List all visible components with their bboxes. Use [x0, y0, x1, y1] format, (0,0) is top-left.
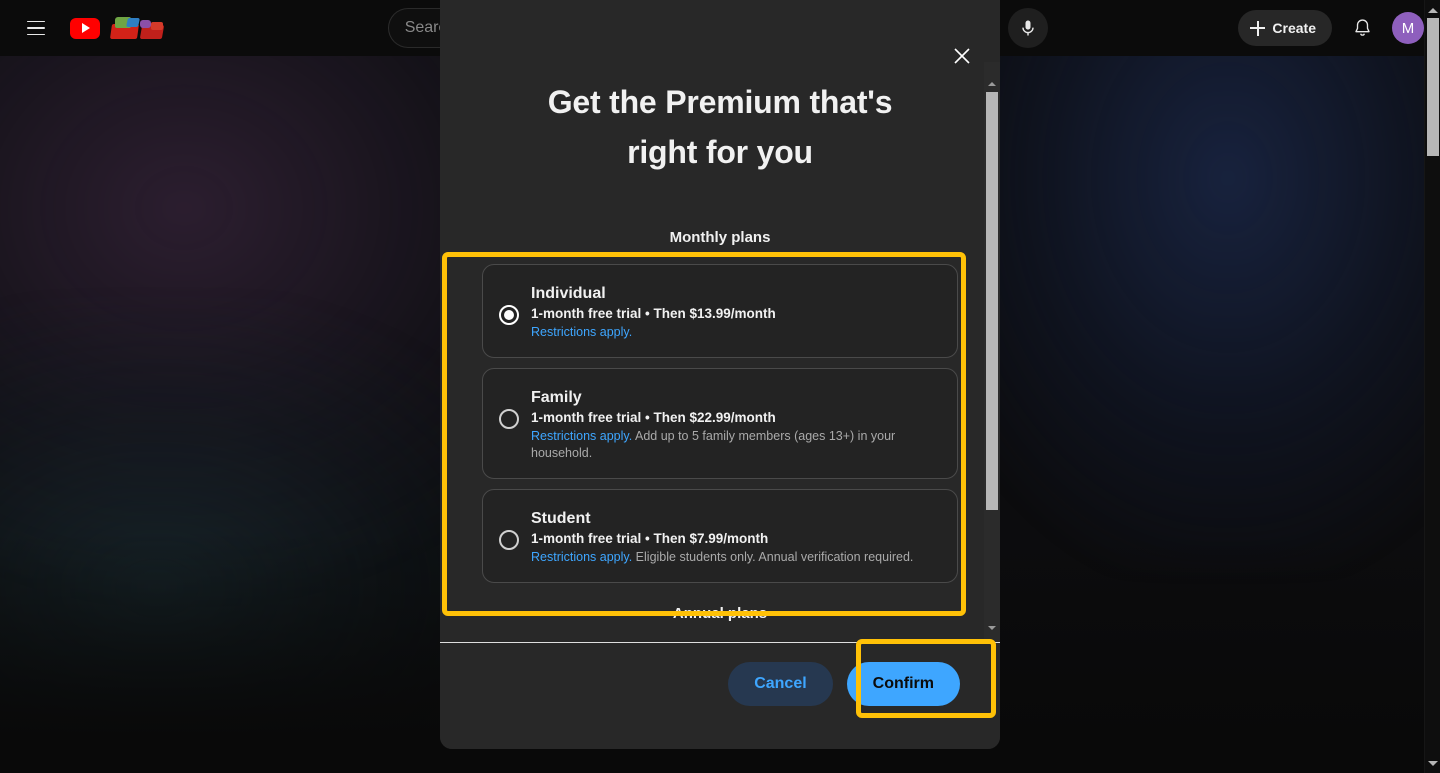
plan-option-individual[interactable]: Individual 1-month free trial • Then $13…	[482, 264, 958, 359]
plan-note: Restrictions apply. Add up to 5 family m…	[531, 428, 941, 462]
plan-radio-student[interactable]	[499, 529, 519, 550]
restrictions-link[interactable]: Restrictions apply.	[531, 325, 632, 339]
plan-radio-individual[interactable]	[499, 305, 519, 326]
plan-option-student[interactable]: Student 1-month free trial • Then $7.99/…	[482, 488, 958, 583]
cancel-button[interactable]: Cancel	[728, 662, 833, 706]
plan-note: Restrictions apply.	[531, 324, 776, 341]
dialog-scroll-down-arrow-icon[interactable]	[984, 620, 1000, 636]
dialog-scroll-up-arrow-icon[interactable]	[984, 76, 1000, 92]
dialog-content: Get the Premium that's right for you Mon…	[440, 78, 1000, 622]
dialog-title: Get the Premium that's right for you	[547, 84, 893, 170]
confirm-button[interactable]: Confirm	[846, 662, 960, 706]
avatar[interactable]: M	[1392, 12, 1424, 44]
restrictions-link[interactable]: Restrictions apply.	[531, 550, 632, 564]
plan-note-text: Eligible students only. Annual verificat…	[632, 549, 914, 564]
plan-option-family[interactable]: Family 1-month free trial • Then $22.99/…	[482, 368, 958, 479]
create-button-label: Create	[1272, 20, 1316, 36]
create-button[interactable]: Create	[1238, 10, 1332, 46]
monthly-plans-heading: Monthly plans	[669, 229, 771, 247]
plan-radio-family[interactable]	[499, 409, 519, 430]
page-scrollbar[interactable]	[1424, 0, 1440, 773]
microphone-icon	[1021, 20, 1034, 36]
annual-plans-heading: Annual plans	[672, 604, 768, 622]
plus-icon	[1250, 20, 1266, 36]
youtube-play-mark-icon	[70, 17, 100, 39]
voice-search-button[interactable]	[1007, 8, 1048, 48]
plan-name: Family	[531, 389, 582, 407]
notifications-button[interactable]	[1342, 8, 1382, 48]
plan-note: Restrictions apply. Eligible students on…	[531, 549, 913, 566]
dialog-footer-divider	[440, 642, 1000, 643]
plan-name: Individual	[531, 285, 606, 303]
plan-options-list: Individual 1-month free trial • Then $13…	[482, 254, 958, 583]
plan-price: 1-month free trial • Then $13.99/month	[531, 306, 776, 322]
close-icon	[954, 48, 970, 64]
topbar-left-group	[0, 8, 177, 48]
plan-details-individual: Individual 1-month free trial • Then $13…	[531, 283, 776, 341]
dialog-scrollbar[interactable]	[984, 62, 1000, 642]
page-scroll-up-arrow-icon[interactable]	[1425, 2, 1440, 18]
avatar-initial: M	[1401, 19, 1415, 37]
dialog-footer: Cancel Confirm	[440, 643, 1000, 749]
page-root: Search Create M Get the Premium that's r…	[0, 0, 1440, 773]
page-scrollbar-thumb[interactable]	[1427, 18, 1439, 156]
plan-price: 1-month free trial • Then $22.99/month	[531, 410, 776, 426]
restrictions-link[interactable]: Restrictions apply.	[531, 429, 632, 443]
plan-details-family: Family 1-month free trial • Then $22.99/…	[531, 387, 941, 462]
plan-details-student: Student 1-month free trial • Then $7.99/…	[531, 508, 913, 566]
dialog-scrollbar-thumb[interactable]	[986, 92, 998, 510]
plan-price: 1-month free trial • Then $7.99/month	[531, 530, 769, 546]
plan-name: Student	[531, 509, 591, 527]
page-scroll-down-arrow-icon[interactable]	[1425, 755, 1440, 771]
close-dialog-button[interactable]	[944, 38, 980, 74]
bell-icon	[1354, 18, 1370, 36]
hamburger-menu-icon[interactable]	[16, 8, 56, 48]
lego-bricks-decoration-icon	[109, 15, 177, 41]
dialog-scroll-area: Get the Premium that's right for you Mon…	[440, 0, 1000, 642]
premium-plan-selection-dialog: Get the Premium that's right for you Mon…	[440, 0, 1000, 749]
youtube-logo-icon[interactable]	[70, 15, 177, 41]
topbar-right-group: Create M	[1238, 8, 1440, 48]
